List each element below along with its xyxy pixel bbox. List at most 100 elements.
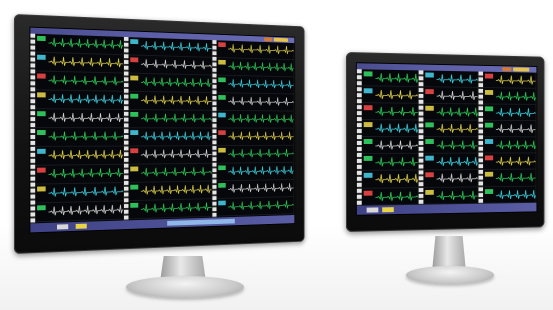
patient-tile[interactable] (35, 33, 123, 56)
vital-indicator (484, 172, 494, 178)
patient-tile[interactable] (423, 103, 479, 121)
patient-tile[interactable] (128, 37, 211, 58)
patient-tile[interactable] (361, 69, 418, 88)
vital-indicator (37, 129, 46, 135)
menu-button[interactable] (366, 207, 379, 213)
vital-indicator (363, 173, 373, 179)
silence-button[interactable] (382, 207, 394, 213)
ecg-waveform-icon (496, 124, 537, 134)
patient-tile[interactable] (423, 137, 479, 155)
patient-tile[interactable] (216, 40, 293, 61)
patient-tile[interactable] (423, 170, 479, 188)
patient-tile[interactable] (35, 127, 123, 147)
ecg-waveform-icon (437, 140, 479, 150)
patient-tile[interactable] (361, 86, 418, 104)
patient-tile[interactable] (35, 164, 123, 185)
patient-tile[interactable] (483, 71, 535, 89)
patient-tile[interactable] (35, 90, 123, 110)
ecg-waveform-icon (228, 114, 294, 124)
ecg-waveform-icon (375, 173, 418, 184)
patient-tile[interactable] (216, 93, 293, 112)
patient-tile[interactable] (423, 87, 477, 105)
ecg-waveform-icon (228, 148, 294, 158)
patient-tile[interactable] (128, 198, 211, 220)
patient-tile[interactable] (216, 110, 294, 129)
patient-tile[interactable] (483, 169, 535, 187)
patient-tile[interactable] (216, 75, 293, 95)
patient-tile[interactable] (35, 71, 123, 92)
vital-indicator (484, 155, 494, 161)
vital-indicator (130, 111, 139, 117)
left-stand-base (126, 276, 244, 298)
patient-tile[interactable] (35, 201, 123, 223)
ecg-waveform-icon (437, 157, 479, 167)
patient-tile[interactable] (216, 57, 293, 78)
patient-tile[interactable] (216, 196, 293, 217)
alarm-indicator (502, 67, 512, 72)
patient-tile[interactable] (128, 163, 212, 183)
patient-tile[interactable] (483, 104, 535, 122)
patient-tile[interactable] (35, 146, 123, 166)
menu-button[interactable] (56, 224, 69, 230)
vital-indicator (363, 139, 373, 145)
vital-indicator (484, 139, 494, 145)
patient-tile[interactable] (483, 88, 535, 106)
patient-tile[interactable] (216, 145, 294, 164)
patient-tile[interactable] (128, 55, 211, 76)
ecg-waveform-icon (228, 165, 294, 175)
patient-tile[interactable] (423, 186, 477, 205)
ecg-waveform-icon (141, 184, 212, 196)
patient-tile[interactable] (483, 121, 535, 138)
patient-tile[interactable] (361, 187, 418, 206)
patient-tile[interactable] (483, 137, 535, 154)
patient-tile[interactable] (216, 162, 294, 182)
ecg-waveform-icon (375, 190, 418, 201)
right-monitor-screen (355, 62, 538, 216)
patient-tile[interactable] (216, 179, 294, 199)
ecg-waveform-icon (49, 112, 125, 122)
patient-column (356, 69, 419, 206)
vital-indicator (130, 57, 139, 63)
patient-tile[interactable] (423, 70, 477, 89)
vital-indicator (217, 112, 226, 118)
patient-tile[interactable] (128, 128, 211, 147)
ecg-waveform-icon (375, 140, 418, 150)
patient-tile[interactable] (361, 154, 418, 172)
patient-tile[interactable] (423, 153, 479, 171)
patient-tile[interactable] (128, 181, 212, 202)
ecg-waveform-icon (437, 173, 479, 184)
patient-tile[interactable] (361, 120, 418, 138)
patient-tile[interactable] (128, 109, 211, 129)
ecg-waveform-icon (437, 107, 479, 118)
ecg-waveform-icon (375, 89, 418, 100)
patient-tile[interactable] (361, 170, 418, 189)
vital-indicator (484, 188, 494, 194)
vital-indicator (37, 35, 46, 42)
patient-tile[interactable] (361, 103, 418, 121)
silence-button[interactable] (75, 223, 87, 229)
ecg-waveform-icon (49, 93, 125, 104)
patient-tile[interactable] (216, 128, 293, 146)
patient-tile[interactable] (35, 52, 123, 74)
patient-tile[interactable] (423, 120, 477, 138)
left-monitor-bezel (14, 14, 305, 254)
vital-indicator (425, 105, 434, 111)
ecg-waveform-icon (141, 166, 212, 177)
patient-tile[interactable] (483, 186, 535, 204)
patient-tile[interactable] (35, 109, 125, 129)
vital-indicator (363, 122, 373, 128)
product-photo (0, 0, 553, 310)
patient-tile[interactable] (35, 182, 123, 204)
patient-tile[interactable] (361, 137, 418, 155)
vital-indicator (217, 130, 226, 135)
left-patient-grid (30, 33, 295, 224)
vital-indicator (37, 111, 46, 117)
vital-indicator (130, 148, 139, 154)
patient-tile[interactable] (483, 153, 535, 171)
patient-tile[interactable] (128, 146, 211, 165)
patient-tile[interactable] (128, 91, 211, 111)
vital-indicator (37, 54, 46, 60)
ecg-waveform-icon (228, 182, 294, 193)
vital-indicator (130, 93, 139, 99)
patient-tile[interactable] (128, 73, 211, 94)
